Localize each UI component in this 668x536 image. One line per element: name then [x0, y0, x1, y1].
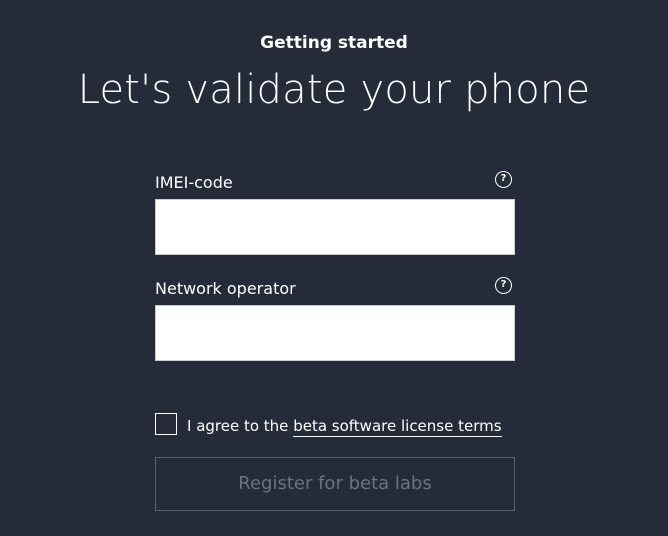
- network-operator-label: Network operator: [155, 279, 296, 298]
- network-operator-help-icon[interactable]: ?: [495, 277, 512, 294]
- page-subtitle: Getting started: [260, 33, 408, 53]
- license-terms-link[interactable]: beta software license terms: [293, 417, 502, 437]
- network-operator-field[interactable]: [155, 305, 515, 361]
- agree-terms-prefix: I agree to the: [187, 417, 289, 435]
- imei-field[interactable]: [155, 199, 515, 255]
- page-title: Let's validate your phone: [77, 67, 591, 113]
- agree-terms-checkbox[interactable]: [155, 413, 177, 435]
- agree-terms-text: I agree to the beta software license ter…: [187, 416, 502, 437]
- imei-label: IMEI-code: [155, 173, 233, 192]
- register-button[interactable]: Register for beta labs: [155, 457, 515, 511]
- imei-help-icon[interactable]: ?: [495, 171, 512, 188]
